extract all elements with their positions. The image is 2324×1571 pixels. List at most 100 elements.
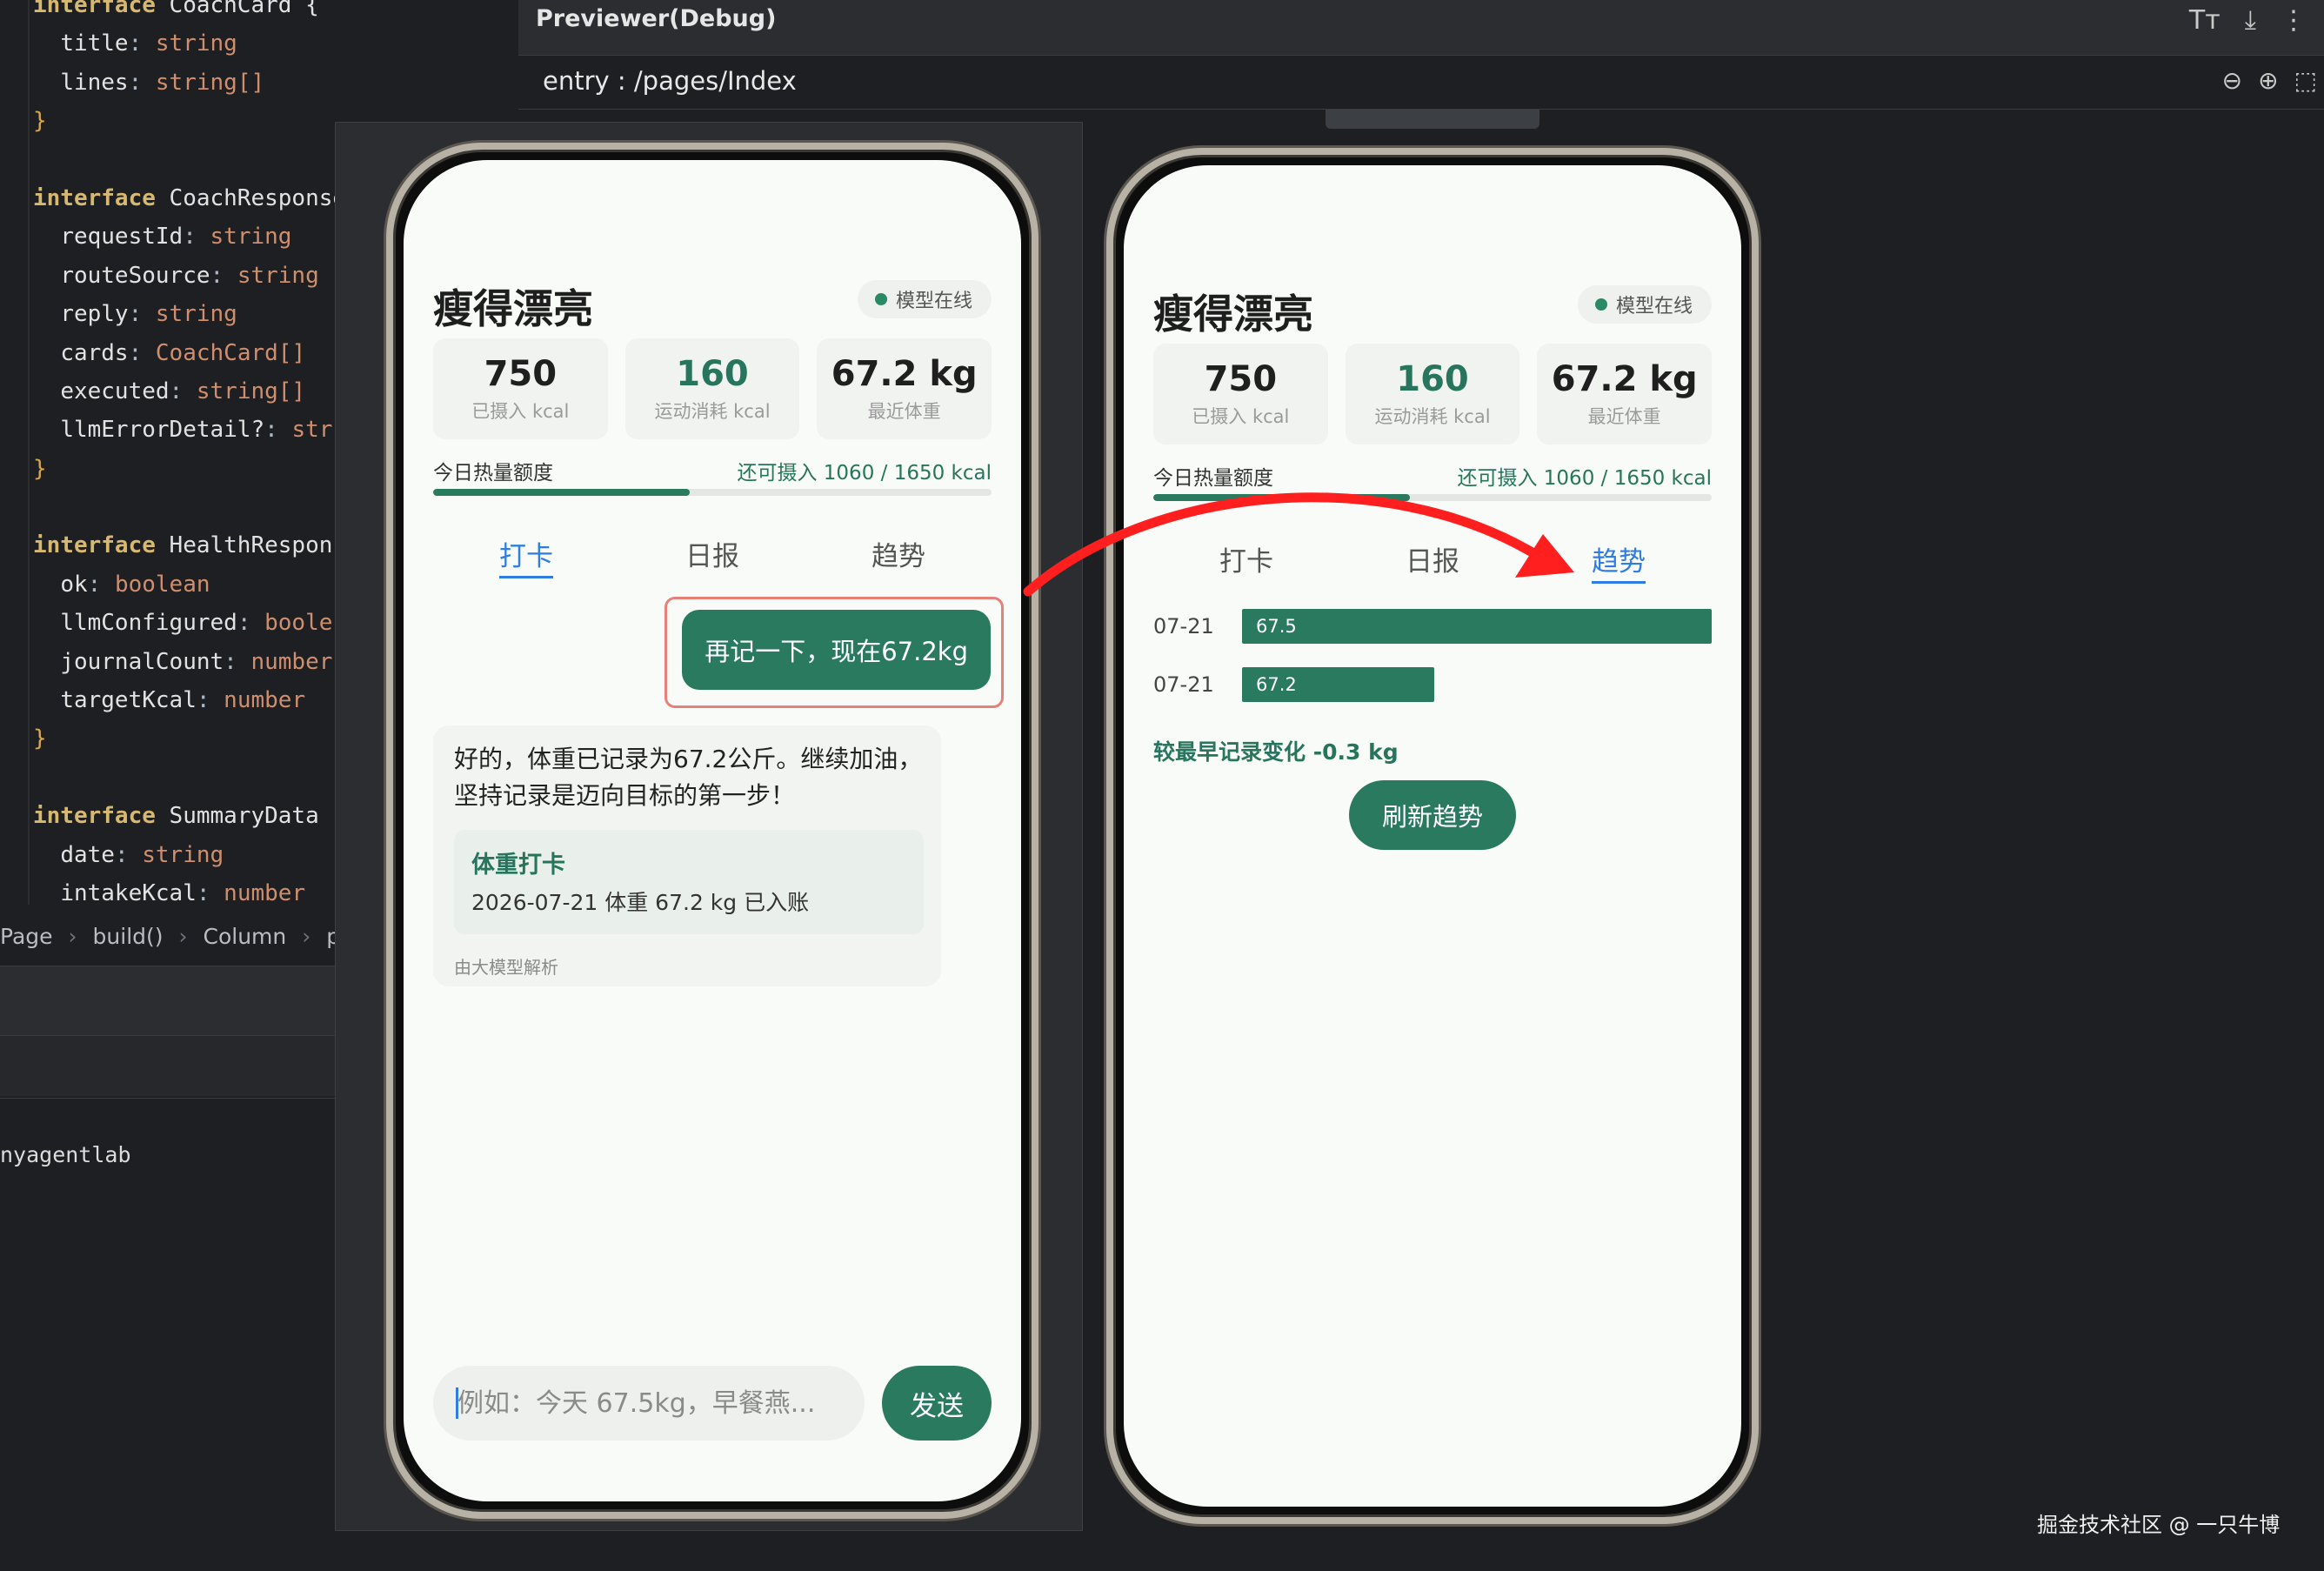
annotation-arrow <box>1023 492 1574 597</box>
stat-value: 67.2 kg <box>1551 359 1698 399</box>
budget-remaining: 还可摄入 1060 / 1650 kcal <box>737 462 992 485</box>
stat-burn: 160 运动消耗 kcal <box>624 338 800 439</box>
phone-frame-trend: 瘦得漂亮 模型在线 750 已摄入 kcal 160 运动消耗 kcal 67.2 … <box>1106 148 1759 1524</box>
stat-intake: 750 已摄入 kcal <box>1153 344 1328 445</box>
code-token: intakeKcal <box>60 879 197 906</box>
breadcrumb-item[interactable]: build() <box>93 924 164 949</box>
code-token: } <box>33 455 47 482</box>
stats-row: 750 已摄入 kcal 160 运动消耗 kcal 67.2 kg 最近体重 <box>433 338 992 439</box>
code-token: interface <box>33 0 156 18</box>
code-token: llmErrorDetail? <box>60 417 265 444</box>
code-line: lines: string[] <box>33 64 335 102</box>
code-token: : <box>264 417 292 444</box>
code-line: routeSource: string <box>33 257 335 295</box>
code-line: requestId: string <box>33 217 335 256</box>
arrow-head-icon <box>1515 534 1574 578</box>
trend-bar-track: 67.5 <box>1242 609 1712 644</box>
terminal-panel[interactable]: nyagentlab <box>0 1098 335 1571</box>
zoom-in-icon[interactable]: ⊕ <box>2258 66 2278 95</box>
breadcrumb-item[interactable]: Page <box>0 924 53 949</box>
code-token: string <box>142 841 224 868</box>
code-text[interactable]: interface CoachCard { title: string line… <box>33 0 335 913</box>
stat-burn: 160 运动消耗 kcal <box>1345 344 1520 445</box>
stat-label: 运动消耗 kcal <box>1374 406 1491 427</box>
stat-label: 已摄入 kcal <box>471 401 570 422</box>
code-token: } <box>33 108 47 135</box>
stat-weight: 67.2 kg 最近体重 <box>817 338 992 439</box>
trend-date: 07-21 <box>1153 672 1214 697</box>
code-line: journalCount: number <box>33 643 335 681</box>
code-token: : <box>210 262 237 289</box>
code-line: } <box>33 102 335 140</box>
code-token: str <box>291 417 333 444</box>
code-line: llmErrorDetail?: str <box>33 411 335 449</box>
code-line: targetKcal: number <box>33 681 335 719</box>
panel-strip <box>0 966 335 1035</box>
stats-row: 750 已摄入 kcal 160 运动消耗 kcal 67.2 kg 最近体重 <box>1153 344 1713 445</box>
code-token: SummaryData { <box>155 803 335 830</box>
code-token: : <box>196 879 224 906</box>
phone-screen: 瘦得漂亮 模型在线 750 已摄入 kcal 160 运动消耗 kcal 67.2 … <box>404 160 1021 1501</box>
code-token: : <box>87 571 115 598</box>
zoom-out-icon[interactable]: ⊖ <box>2222 66 2242 95</box>
code-token: routeSource <box>60 262 210 289</box>
code-token: requestId <box>60 224 184 251</box>
code-token: CoachCard[] <box>155 339 306 366</box>
tab-daily-report[interactable]: 日报 <box>619 534 805 586</box>
online-dot-icon <box>1594 298 1607 311</box>
code-token: : <box>128 301 156 328</box>
watermark: 掘金技术社区 @ 一只牛博 <box>2037 1513 2281 1537</box>
code-token: ok <box>60 571 88 598</box>
previewer-title-bar: Previewer(Debug) Tт ⤓ ⋮ <box>518 0 2324 56</box>
code-token: string <box>210 224 292 251</box>
editor-gutter <box>28 0 30 905</box>
tab-trend[interactable]: 趋势 <box>805 534 992 586</box>
stat-value: 750 <box>484 354 558 394</box>
assistant-reply-text: 好的，体重已记录为67.2公斤。继续加油，坚持记录是迈向目标的第一步！ <box>454 745 923 810</box>
arrow-curve <box>1023 492 1545 597</box>
code-token: boolean <box>114 571 210 598</box>
stat-weight: 67.2 kg 最近体重 <box>1537 344 1713 445</box>
breadcrumb[interactable]: Page › build() › Column › pa <box>0 924 335 960</box>
stat-value: 750 <box>1204 359 1278 399</box>
breadcrumb-item[interactable]: pa <box>326 924 335 949</box>
code-token: string[] <box>196 378 306 404</box>
code-token: journalCount <box>60 648 224 675</box>
font-size-icon[interactable]: Tт <box>2189 5 2220 36</box>
tab-checkin[interactable]: 打卡 <box>433 534 619 586</box>
send-button[interactable]: 发送 <box>882 1366 992 1441</box>
code-line: title: string <box>33 24 335 63</box>
code-token: : <box>237 610 265 637</box>
message-input-wrap <box>433 1366 865 1441</box>
status-badge: 模型在线 <box>1577 285 1712 324</box>
code-token: string <box>155 30 237 57</box>
phone-frame-checkin: 瘦得漂亮 模型在线 750 已摄入 kcal 160 运动消耗 kcal 67.2 … <box>386 143 1038 1519</box>
code-token: interface <box>33 803 156 830</box>
code-token: executed <box>60 378 170 404</box>
code-line: intakeKcal: number <box>33 874 335 913</box>
online-dot-icon <box>874 293 887 305</box>
code-line: } <box>33 719 335 758</box>
collapse-icon[interactable]: ⤓ <box>2245 5 2256 36</box>
code-token: string[] <box>155 69 265 96</box>
code-token: targetKcal <box>60 687 197 714</box>
status-badge-label: 模型在线 <box>895 291 972 312</box>
code-editor[interactable]: interface CoachCard { title: string line… <box>0 0 335 913</box>
message-input[interactable] <box>433 1366 865 1441</box>
code-line: date: string <box>33 836 335 874</box>
code-token: : <box>169 378 197 404</box>
trend-row: 07-21 67.2 <box>1153 667 1712 705</box>
refresh-trend-button[interactable]: 刷新趋势 <box>1349 780 1516 850</box>
chevron-right-icon: › <box>178 924 188 949</box>
breadcrumb-item[interactable]: Column <box>204 924 287 949</box>
stat-label: 运动消耗 kcal <box>654 401 771 422</box>
code-token: string <box>155 301 237 328</box>
code-token: llmConfigured <box>60 610 237 637</box>
stat-value: 160 <box>1396 359 1469 399</box>
reply-source-note: 由大模型解析 <box>454 957 558 978</box>
fit-screen-icon[interactable]: ⬚ <box>2294 66 2317 95</box>
more-icon[interactable]: ⋮ <box>2281 5 2307 36</box>
budget-label: 今日热量额度 <box>433 462 553 485</box>
simulator-toolbar-tab[interactable] <box>1326 110 1539 129</box>
